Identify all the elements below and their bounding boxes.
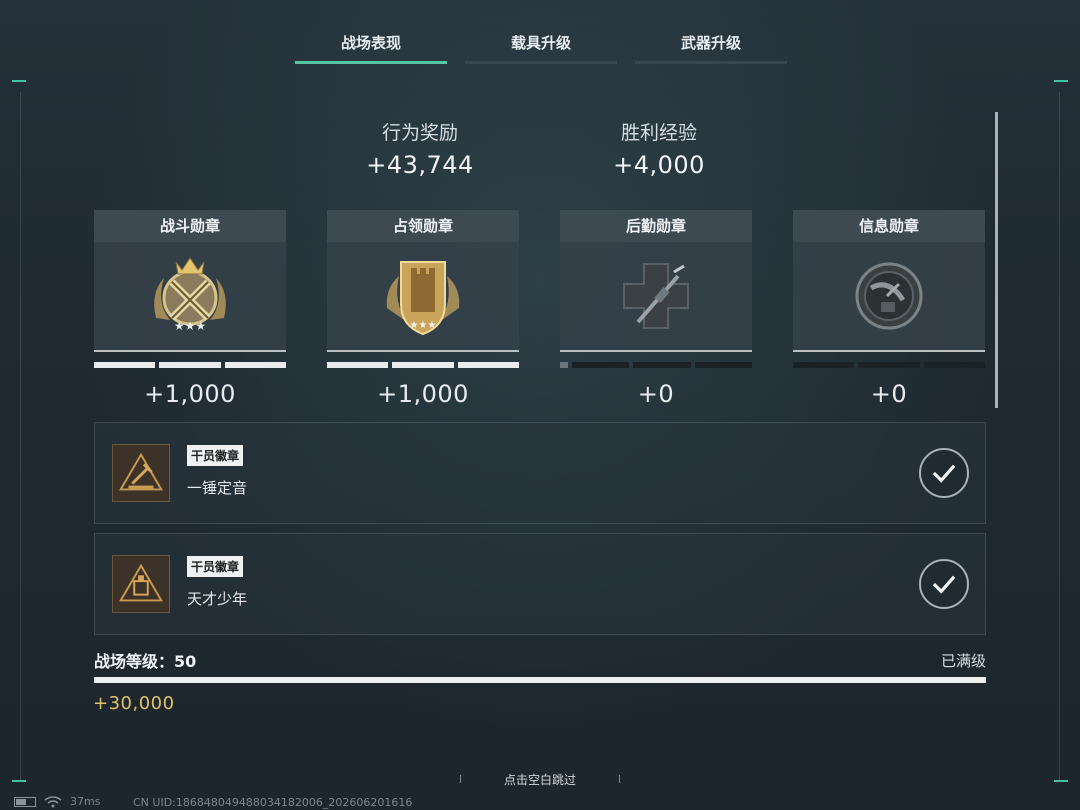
medal-panel: 战斗勋章 ★★★: [94, 210, 286, 352]
claim-check-button[interactable]: [919, 559, 969, 609]
medal-title: 信息勋章: [793, 210, 985, 242]
check-icon: [932, 575, 956, 594]
badge-name: 天才少年: [187, 590, 248, 608]
medal-panel: 后勤勋章: [560, 210, 752, 352]
medal-progress: [327, 362, 519, 368]
status-footer: 37ms: [14, 795, 100, 808]
svg-text:★★★: ★★★: [410, 320, 437, 331]
tab-weapon-upgrade[interactable]: 武器升级: [635, 30, 787, 64]
victory-xp: 胜利经验 +4,000: [579, 118, 739, 179]
tab-battlefield-performance[interactable]: 战场表现: [295, 30, 447, 64]
check-icon: [932, 464, 956, 483]
medal-card-logistics: 后勤勋章 +0: [560, 210, 752, 408]
frame-corner-top-right: [1054, 80, 1068, 94]
level-progress-bar: [94, 677, 986, 683]
tab-label: 武器升级: [680, 34, 741, 52]
behavior-reward: 行为奖励 +43,744: [340, 118, 500, 179]
left-frame-line: [20, 92, 21, 782]
user-uid: CN UID:18684804948803418200​6_2026062016…: [133, 796, 413, 809]
svg-text:★★★: ★★★: [174, 319, 206, 333]
tab-label: 战场表现: [340, 34, 401, 52]
medal-amount: +1,000: [144, 380, 236, 408]
claim-check-button[interactable]: [919, 448, 969, 498]
medal-panel: 占领勋章 ★★★: [327, 210, 519, 352]
medal-progress: [94, 362, 286, 368]
badge-row-hammer: 干员徽章 一锤定音: [94, 422, 986, 524]
behavior-reward-value: +43,744: [366, 151, 474, 179]
medal-progress: [793, 362, 985, 368]
behavior-reward-label: 行为奖励: [381, 122, 458, 144]
medal-card-capture: 占领勋章 ★★★ +1,000: [327, 210, 519, 408]
medal-panel: 信息勋章: [793, 210, 985, 352]
victory-xp-value: +4,000: [613, 151, 705, 179]
skip-prompt[interactable]: 点击空白跳过: [460, 771, 620, 788]
intel-medal-icon: [855, 262, 923, 330]
badge-tag: 干员徽章: [187, 556, 244, 577]
medal-card-combat: 战斗勋章 ★★★ +1,000: [94, 210, 286, 408]
badge-tag: 干员徽章: [187, 445, 244, 466]
combat-medal-icon: ★★★: [154, 257, 226, 333]
tab-vehicle-upgrade[interactable]: 载具升级: [465, 30, 617, 64]
battery-icon: [14, 796, 36, 807]
tab-bar: 战场表现 载具升级 武器升级: [295, 30, 787, 64]
medal-title: 占领勋章: [327, 210, 519, 242]
right-frame-line: [1059, 92, 1060, 782]
genius-badge-icon: [112, 555, 170, 613]
tab-indicator: [295, 61, 447, 64]
level-xp-gain: +30,000: [93, 693, 175, 714]
scrollbar[interactable]: [995, 112, 998, 408]
badge-row-genius: 干员徽章 天才少年: [94, 533, 986, 635]
medal-amount: +0: [637, 380, 675, 408]
tab-label: 载具升级: [510, 34, 571, 52]
hammer-badge-icon: [112, 444, 170, 502]
badge-name: 一锤定音: [187, 479, 248, 497]
wifi-icon: [44, 795, 62, 807]
battlefield-level-label: 战场等级：50: [94, 652, 197, 671]
medal-progress: [560, 362, 752, 368]
medal-title: 后勤勋章: [560, 210, 752, 242]
tab-indicator: [635, 61, 787, 64]
medal-amount: +1,000: [377, 380, 469, 408]
tab-indicator: [465, 61, 617, 64]
frame-corner-bottom-left: [12, 780, 26, 794]
ping-value: 37ms: [70, 795, 101, 808]
logistics-medal-icon: [623, 263, 689, 329]
medal-card-intel: 信息勋章 +0: [793, 210, 985, 408]
medal-amount: +0: [870, 380, 908, 408]
level-max-status: 已满级: [940, 652, 986, 670]
frame-corner-bottom-right: [1054, 780, 1068, 794]
frame-corner-top-left: [12, 80, 26, 94]
medal-title: 战斗勋章: [94, 210, 286, 242]
capture-medal-icon: ★★★: [386, 261, 460, 336]
victory-xp-label: 胜利经验: [620, 122, 697, 144]
